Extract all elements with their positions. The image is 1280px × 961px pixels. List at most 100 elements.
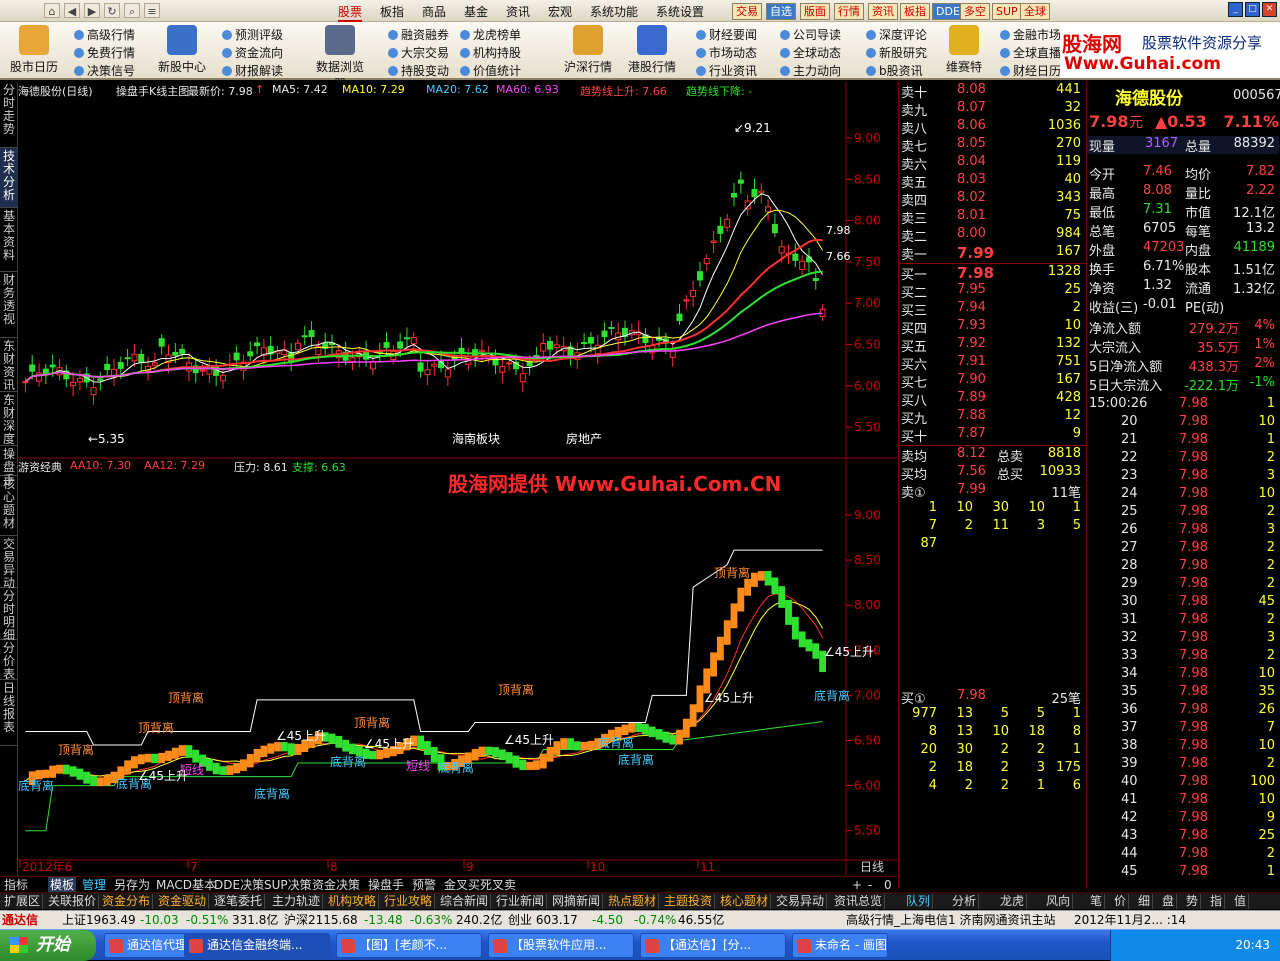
toolbar-link-7-0[interactable]: 金融市场 [1000,26,1061,43]
start-button[interactable]: 开始 [0,930,96,961]
quick-0[interactable]: 交易 [732,3,762,20]
menu-2[interactable]: 商品 [422,3,446,20]
menu-3[interactable]: 基金 [464,3,488,20]
footnav-9[interactable]: 行业新闻 [494,894,548,909]
minimize-icon[interactable]: _ [1228,2,1243,17]
quick-7[interactable]: 多空 [960,3,990,20]
footnav-12[interactable]: 主题投资 [662,894,716,909]
quick-5[interactable]: 板指 [900,3,930,20]
refresh-icon[interactable]: ↻ [104,3,120,18]
toolbar-btn-4[interactable]: 港股行情 [624,24,680,75]
footnav-4[interactable]: 逐笔委托 [212,894,266,909]
toolbar-link-4-1[interactable]: 市场动态 [696,44,757,61]
toolbar-btn-5[interactable]: 维赛特 [936,24,992,75]
indicator-tab-10[interactable]: 金叉买死叉卖 [442,877,518,893]
sidetab-11[interactable]: 日线报表 [0,680,18,746]
footnav-17[interactable]: 分析 [950,894,980,909]
taskbar-item-4[interactable]: 【通达信】[分... [640,933,786,958]
maximize-icon[interactable]: □ [1245,2,1260,17]
footnav-2[interactable]: 资金分布 [100,894,154,909]
sidetab-10[interactable]: 分价表 [0,640,18,681]
close-icon[interactable]: ✕ [1262,2,1277,17]
sidetab-7[interactable]: 核心题材 [0,476,18,536]
footnav-21[interactable]: 价 [1112,894,1130,909]
quick-4[interactable]: 资讯 [868,3,898,20]
toolbar-btn-3[interactable]: 沪深行情 [560,24,616,75]
sidetab-4[interactable]: 东财资讯 [0,338,18,392]
toolbar-link-2-1[interactable]: 大宗交易 [388,44,449,61]
footnav-13[interactable]: 核心题材 [718,894,772,909]
indicator-tab-8[interactable]: 操盘手 [366,877,406,893]
footnav-14[interactable]: 交易异动 [774,894,828,909]
taskbar-item-1[interactable]: 通达信金融终端... [184,933,330,958]
quick-3[interactable]: 行情 [834,3,864,20]
quick-9[interactable]: 全球 [1020,3,1050,20]
footnav-18[interactable]: 龙虎 [998,894,1028,909]
sidetab-6[interactable]: 操盘手 [0,446,18,487]
sidetab-0[interactable]: 分时走势 [0,82,18,148]
sidetab-3[interactable]: 财务透视 [0,272,18,338]
toolbar-link-0-1[interactable]: 免费行情 [74,44,135,61]
toolbar-link-6-2[interactable]: b股资讯 [866,62,923,79]
zero-button[interactable]: 0 [882,877,894,893]
menu-0[interactable]: 股票 [338,3,363,22]
indicator-tab-6[interactable]: SUP决策 [262,877,314,893]
taskbar-item-2[interactable]: 【图】[老颜不... [336,933,482,958]
toolbar-link-7-2[interactable]: 财经日历 [1000,62,1061,79]
footnav-0[interactable]: 扩展区 [2,894,44,909]
footnav-8[interactable]: 综合新闻 [438,894,492,909]
toolbar-link-6-0[interactable]: 深度评论 [866,26,927,43]
footnav-23[interactable]: 盘 [1160,894,1178,909]
footnav-22[interactable]: 细 [1136,894,1154,909]
toolbar-link-4-0[interactable]: 财经要闻 [696,26,757,43]
quick-1[interactable]: 自选 [766,3,796,20]
indicator-tab-1[interactable]: 模板 [48,877,77,893]
toolbar-link-0-2[interactable]: 决策信号 [74,62,135,79]
footnav-24[interactable]: 势 [1184,894,1202,909]
quick-2[interactable]: 版面 [800,3,830,20]
indicator-tab-4[interactable]: MACD基本 [154,877,218,893]
footnav-6[interactable]: 机构攻略 [326,894,380,909]
quick-8[interactable]: SUP [992,3,1022,20]
sidetab-1[interactable]: 技术分析 [0,148,18,208]
toolbar-btn-1[interactable]: 新股中心 [154,24,210,75]
indicator-tab-2[interactable]: 管理 [80,877,108,893]
taskbar-item-5[interactable]: 未命名 - 画图 [792,933,888,958]
toolbar-link-1-0[interactable]: 预测评级 [222,26,283,43]
toolbar-link-3-2[interactable]: 价值统计 [460,62,521,79]
sidetab-8[interactable]: 交易异动 [0,536,18,590]
menu-4[interactable]: 资讯 [506,3,530,20]
menu-1[interactable]: 板指 [380,3,404,20]
home-icon[interactable]: ⌂ [44,3,60,18]
menu-icon[interactable]: ≡ [144,3,160,18]
menu-5[interactable]: 宏观 [548,3,572,20]
toolbar-link-5-2[interactable]: 主力动向 [780,62,841,79]
menu-7[interactable]: 系统设置 [656,3,704,20]
menu-6[interactable]: 系统功能 [590,3,638,20]
indicator-tab-7[interactable]: 资金决策 [310,877,362,893]
toolbar-link-1-1[interactable]: 资金流向 [222,44,283,61]
toolbar-link-4-2[interactable]: 行业资讯 [696,62,757,79]
indicator-tab-0[interactable]: 指标 [2,877,30,893]
sidetab-5[interactable]: 东财深度 [0,392,18,446]
toolbar-btn-0[interactable]: 股市日历 [6,24,62,75]
toolbar-link-2-0[interactable]: 融资融券 [388,26,449,43]
back-icon[interactable]: ◀ [64,3,80,18]
zoom-minus-icon[interactable]: - [866,877,874,893]
footnav-7[interactable]: 行业攻略 [382,894,436,909]
footnav-1[interactable]: 关联报价 [46,894,100,909]
sidetab-9[interactable]: 分时明细 [0,588,18,642]
toolbar-link-5-1[interactable]: 全球动态 [780,44,841,61]
footnav-26[interactable]: 值 [1232,894,1250,909]
toolbar-link-1-2[interactable]: 财报解读 [222,62,283,79]
footnav-16[interactable]: 队列 [904,894,934,909]
toolbar-link-7-1[interactable]: 全球直播 [1000,44,1061,61]
toolbar-link-2-2[interactable]: 持股变动 [388,62,449,79]
toolbar-link-3-0[interactable]: 龙虎榜单 [460,26,521,43]
footnav-11[interactable]: 热点题材 [606,894,660,909]
toolbar-link-0-0[interactable]: 高级行情 [74,26,135,43]
sidetab-2[interactable]: 基本资料 [0,208,18,272]
taskbar-item-3[interactable]: 【股票软件应用... [488,933,634,958]
search-icon[interactable]: ⌕ [124,3,140,18]
zoom-plus-icon[interactable]: + [850,877,864,893]
